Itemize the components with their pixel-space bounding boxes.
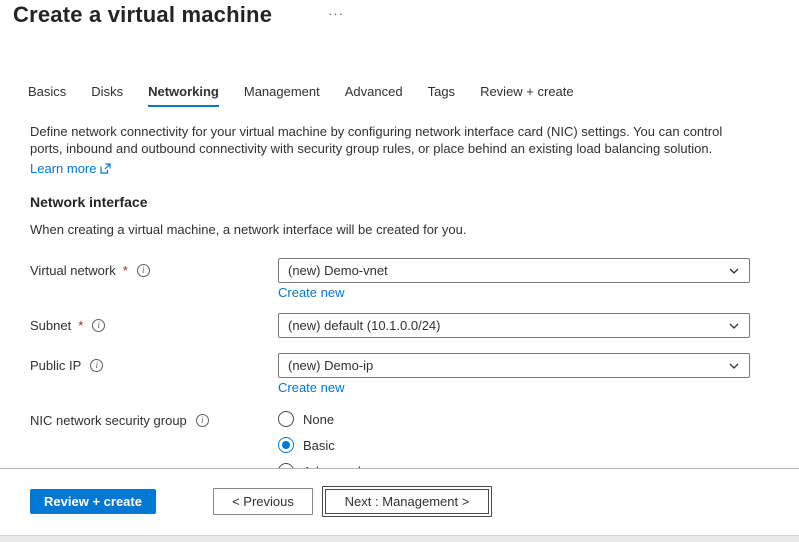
- subnet-label-text: Subnet: [30, 318, 71, 333]
- tab-bar: Basics Disks Networking Management Advan…: [28, 84, 599, 107]
- next-management-button[interactable]: Next : Management >: [322, 486, 492, 517]
- required-marker: *: [78, 318, 83, 333]
- public-ip-label-text: Public IP: [30, 358, 81, 373]
- chevron-down-icon: [728, 320, 740, 332]
- previous-button[interactable]: < Previous: [213, 488, 313, 515]
- radio-icon: [278, 411, 294, 427]
- bottom-scrollbar-track[interactable]: [0, 535, 799, 542]
- public-ip-label: Public IP i: [30, 353, 103, 377]
- tab-networking[interactable]: Networking: [148, 84, 219, 107]
- review-create-button[interactable]: Review + create: [30, 489, 156, 514]
- subnet-select[interactable]: (new) default (10.1.0.0/24): [278, 313, 750, 338]
- next-management-button-label: Next : Management >: [325, 489, 489, 514]
- nic-nsg-label-text: NIC network security group: [30, 413, 187, 428]
- public-ip-select[interactable]: (new) Demo-ip: [278, 353, 750, 378]
- section-network-interface: Network interface: [30, 194, 147, 210]
- tab-disks[interactable]: Disks: [91, 84, 123, 107]
- chevron-down-icon: [728, 360, 740, 372]
- more-options-icon[interactable]: ···: [328, 6, 344, 21]
- tab-management[interactable]: Management: [244, 84, 320, 107]
- radio-basic-label: Basic: [303, 438, 335, 453]
- virtual-network-label-text: Virtual network: [30, 263, 116, 278]
- tab-review-create[interactable]: Review + create: [480, 84, 574, 107]
- radio-basic[interactable]: Basic: [278, 432, 478, 458]
- subnet-label: Subnet * i: [30, 313, 105, 337]
- required-marker: *: [123, 263, 128, 278]
- create-new-vnet-link[interactable]: Create new: [278, 285, 344, 300]
- create-new-public-ip-link[interactable]: Create new: [278, 380, 344, 395]
- tab-tags[interactable]: Tags: [428, 84, 455, 107]
- nic-nsg-label: NIC network security group i: [30, 408, 209, 432]
- radio-selected-icon: [278, 437, 294, 453]
- section-subtitle: When creating a virtual machine, a netwo…: [30, 222, 466, 237]
- footer-divider: [0, 468, 799, 469]
- virtual-network-label: Virtual network * i: [30, 258, 150, 282]
- learn-more-label: Learn more: [30, 160, 96, 177]
- tab-description-text: Define network connectivity for your vir…: [30, 124, 722, 156]
- nic-nsg-radio-group: None Basic Advanced: [278, 406, 478, 468]
- tab-advanced[interactable]: Advanced: [345, 84, 403, 107]
- radio-advanced[interactable]: Advanced: [278, 458, 478, 468]
- public-ip-value: (new) Demo-ip: [288, 358, 373, 373]
- tab-description: Define network connectivity for your vir…: [30, 123, 746, 177]
- page-title: Create a virtual machine: [13, 2, 272, 28]
- info-icon[interactable]: i: [196, 414, 209, 427]
- learn-more-link[interactable]: Learn more: [30, 160, 111, 177]
- radio-none-label: None: [303, 412, 334, 427]
- info-icon[interactable]: i: [137, 264, 150, 277]
- virtual-network-value: (new) Demo-vnet: [288, 263, 388, 278]
- external-link-icon: [100, 163, 111, 174]
- info-icon[interactable]: i: [90, 359, 103, 372]
- create-vm-page: Create a virtual machine ··· Basics Disk…: [0, 0, 799, 542]
- chevron-down-icon: [728, 265, 740, 277]
- tab-basics[interactable]: Basics: [28, 84, 66, 107]
- subnet-value: (new) default (10.1.0.0/24): [288, 318, 440, 333]
- radio-none[interactable]: None: [278, 406, 478, 432]
- info-icon[interactable]: i: [92, 319, 105, 332]
- virtual-network-select[interactable]: (new) Demo-vnet: [278, 258, 750, 283]
